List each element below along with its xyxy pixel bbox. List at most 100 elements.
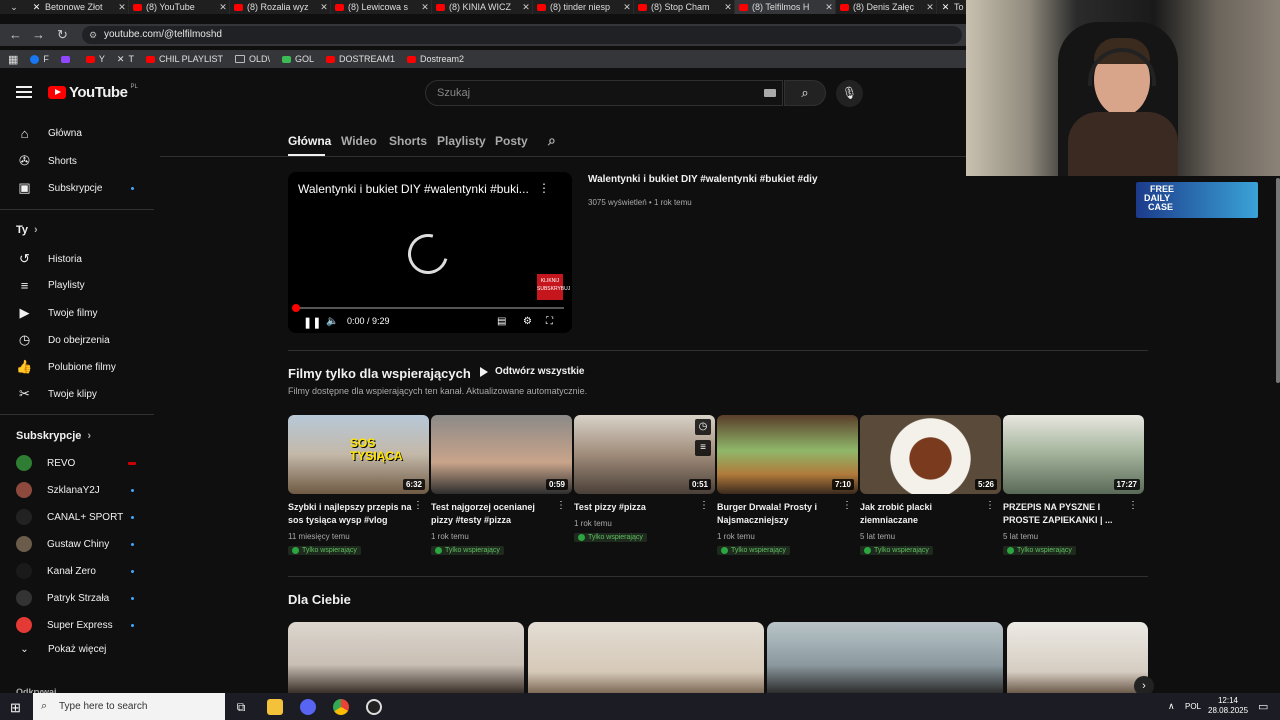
browser-tab[interactable]: (8) YouTube ✕ — [129, 0, 230, 14]
video-title[interactable]: PRZEPIS NA PYSZNE I PROSTE ZAPIEKANKI | … — [1003, 501, 1129, 527]
sidebar-channel[interactable]: CANAL+ SPORT — [16, 509, 156, 525]
obs-icon[interactable] — [366, 699, 382, 715]
browser-tab[interactable]: (8) tinder niesp ✕ — [533, 0, 634, 14]
sidebar-item-history[interactable]: ↺ Historia — [16, 251, 156, 267]
keyboard-language[interactable]: POL — [1185, 702, 1201, 711]
keyboard-icon[interactable] — [764, 89, 776, 97]
channel-tab[interactable]: Playlisty — [437, 134, 486, 148]
youtube-logo[interactable]: YouTube PL — [48, 84, 138, 101]
more-options-icon[interactable]: ⋮ — [1128, 500, 1138, 511]
sidebar-channel[interactable]: Super Express — [16, 617, 156, 633]
notifications-icon[interactable]: ▭ — [1258, 700, 1268, 713]
sidebar-item-watch-later[interactable]: ◷ Do obejrzenia — [16, 332, 156, 348]
settings-icon[interactable]: ⚙ — [523, 316, 532, 327]
more-options-icon[interactable]: ⋮ — [538, 181, 550, 195]
fullscreen-icon[interactable]: ⛶ — [546, 316, 553, 327]
video-thumbnail[interactable]: 17:27 — [1003, 415, 1144, 494]
apps-grid-icon[interactable]: ▦ — [8, 53, 18, 66]
sidebar-section-subscriptions[interactable]: Subskrypcje › — [16, 430, 156, 442]
bookmark-twitch[interactable] — [60, 55, 74, 63]
watch-later-icon[interactable]: ◷ — [695, 419, 711, 435]
video-card[interactable]: 0:59 Test najgorzej ocenianej pizzy #test… — [431, 415, 572, 559]
browser-tab[interactable]: (8) Telfilmos H ✕ — [735, 0, 836, 14]
for-you-video-thumbnail[interactable] — [1007, 622, 1148, 693]
show-more-button[interactable]: ⌄ Pokaż więcej — [16, 644, 156, 655]
search-button[interactable]: ⌕ — [784, 80, 826, 106]
video-card[interactable]: 5:26 Jak zrobić placki ziemniaczane ⋮ 5 lat… — [860, 415, 1001, 559]
forward-icon[interactable]: → — [32, 27, 45, 42]
video-thumbnail[interactable]: 7:10 — [717, 415, 858, 494]
video-card[interactable]: 17:27 PRZEPIS NA PYSZNE I PROSTE ZAPIEKAN… — [1003, 415, 1144, 559]
sidebar-section-you[interactable]: Ty › — [16, 224, 156, 236]
sidebar-item-clips[interactable]: ✂ Twoje klipy — [16, 386, 156, 402]
close-tab-icon[interactable]: ✕ — [621, 2, 633, 13]
video-title[interactable]: Test najgorzej ocenianej pizzy #testy #p… — [431, 501, 557, 527]
sidebar-item-liked[interactable]: 👍 Polubione filmy — [16, 359, 156, 375]
video-card[interactable]: 7:10 Burger Drwala! Prosty i Najsmaczniej… — [717, 415, 858, 559]
video-thumbnail[interactable]: SOS TYSIĄCA 6:32 — [288, 415, 429, 494]
browser-tab[interactable]: ✕ Betonowe Złot ✕ — [28, 0, 129, 14]
progress-knob[interactable] — [292, 304, 300, 312]
task-view-icon[interactable]: ⧉ — [233, 699, 249, 715]
voice-search-button[interactable]: 🎙 — [836, 80, 863, 107]
sidebar-channel[interactable]: Gustaw Chiny — [16, 536, 156, 552]
sidebar-channel[interactable]: REVO — [16, 455, 156, 471]
page-scrollbar[interactable] — [1276, 178, 1280, 383]
browser-tab[interactable]: (8) Denis Załęc ✕ — [836, 0, 937, 14]
channel-tab[interactable]: Wideo — [341, 134, 377, 148]
close-tab-icon[interactable]: ✕ — [419, 2, 431, 13]
channel-tab[interactable]: Główna — [288, 134, 331, 148]
discord-icon[interactable] — [300, 699, 316, 715]
channel-tab[interactable]: Shorts — [389, 134, 427, 148]
browser-tab[interactable]: (8) Stop Cham ✕ — [634, 0, 735, 14]
video-card[interactable]: ◷ ≡ 0:51 Test pizzy #pizza ⋮ 1 rok temu Tylko … — [574, 415, 715, 546]
sidebar-item-subscriptions[interactable]: ▣ Subskrypcje — [16, 180, 156, 196]
pause-icon[interactable]: ❚❚ — [303, 316, 321, 329]
bookmark-gol[interactable]: GOL — [282, 54, 314, 64]
bookmark-dostream2[interactable]: Dostream2 — [407, 54, 464, 64]
more-options-icon[interactable]: ⋮ — [556, 500, 566, 511]
windows-start-icon[interactable]: ⊞ — [10, 700, 21, 716]
for-you-video-thumbnail[interactable] — [767, 622, 1003, 693]
sidebar-channel[interactable]: Patryk Strzała — [16, 590, 156, 606]
back-icon[interactable]: ← — [9, 27, 22, 42]
reload-icon[interactable]: ↻ — [57, 27, 68, 43]
browser-tab[interactable]: (8) KINIA WICZ ✕ — [432, 0, 533, 14]
subtitles-icon[interactable]: ▤ — [497, 316, 506, 327]
channel-tab[interactable]: Posty — [495, 134, 528, 148]
close-tab-icon[interactable]: ✕ — [217, 2, 229, 13]
sidebar-channel[interactable]: SzklanaY2J — [16, 482, 156, 498]
tray-chevron-icon[interactable]: ∧ — [1168, 701, 1175, 712]
video-title[interactable]: Test pizzy #pizza — [574, 501, 700, 514]
more-options-icon[interactable]: ⋮ — [699, 500, 709, 511]
more-options-icon[interactable]: ⋮ — [842, 500, 852, 511]
volume-icon[interactable]: 🔈 — [326, 316, 338, 327]
for-you-video-thumbnail[interactable] — [528, 622, 764, 693]
chrome-icon[interactable] — [333, 699, 349, 715]
close-tab-icon[interactable]: ✕ — [318, 2, 330, 13]
tab-list-chevron-icon[interactable]: ⌄ — [0, 2, 28, 13]
close-tab-icon[interactable]: ✕ — [520, 2, 532, 13]
search-input[interactable]: Szukaj — [425, 80, 783, 106]
close-tab-icon[interactable]: ✕ — [116, 2, 128, 13]
bookmark-dostream1[interactable]: DOSTREAM1 — [326, 54, 395, 64]
sidebar-channel[interactable]: Kanał Zero — [16, 563, 156, 579]
close-tab-icon[interactable]: ✕ — [924, 2, 936, 13]
sidebar-item-playlists[interactable]: ≡ Playlisty — [16, 278, 156, 293]
video-title[interactable]: Burger Drwala! Prosty i Najsmaczniejszy — [717, 501, 843, 527]
bookmark-f[interactable]: F — [30, 54, 49, 64]
progress-bar[interactable] — [296, 307, 564, 309]
sidebar-item-home[interactable]: ⌂ Główna — [16, 126, 156, 141]
for-you-video-thumbnail[interactable] — [288, 622, 524, 693]
featured-video-title[interactable]: Walentynki i bukiet DIY #walentynki #buk… — [588, 174, 818, 185]
site-info-icon[interactable]: ⚙ — [89, 26, 97, 44]
bookmark-chil-playlist[interactable]: CHIL PLAYLIST — [145, 54, 223, 64]
free-daily-case-ad[interactable]: FREE DAILY CASE — [1136, 182, 1258, 218]
video-title[interactable]: Szybki i najlepszy przepis na sos tysiąc… — [288, 501, 414, 527]
browser-tab[interactable]: (8) Lewicowa s ✕ — [331, 0, 432, 14]
menu-icon[interactable] — [16, 86, 32, 101]
more-options-icon[interactable]: ⋮ — [413, 500, 423, 511]
more-options-icon[interactable]: ⋮ — [985, 500, 995, 511]
channel-search-icon[interactable]: ⌕ — [548, 132, 556, 149]
add-to-queue-icon[interactable]: ≡ — [695, 440, 711, 456]
